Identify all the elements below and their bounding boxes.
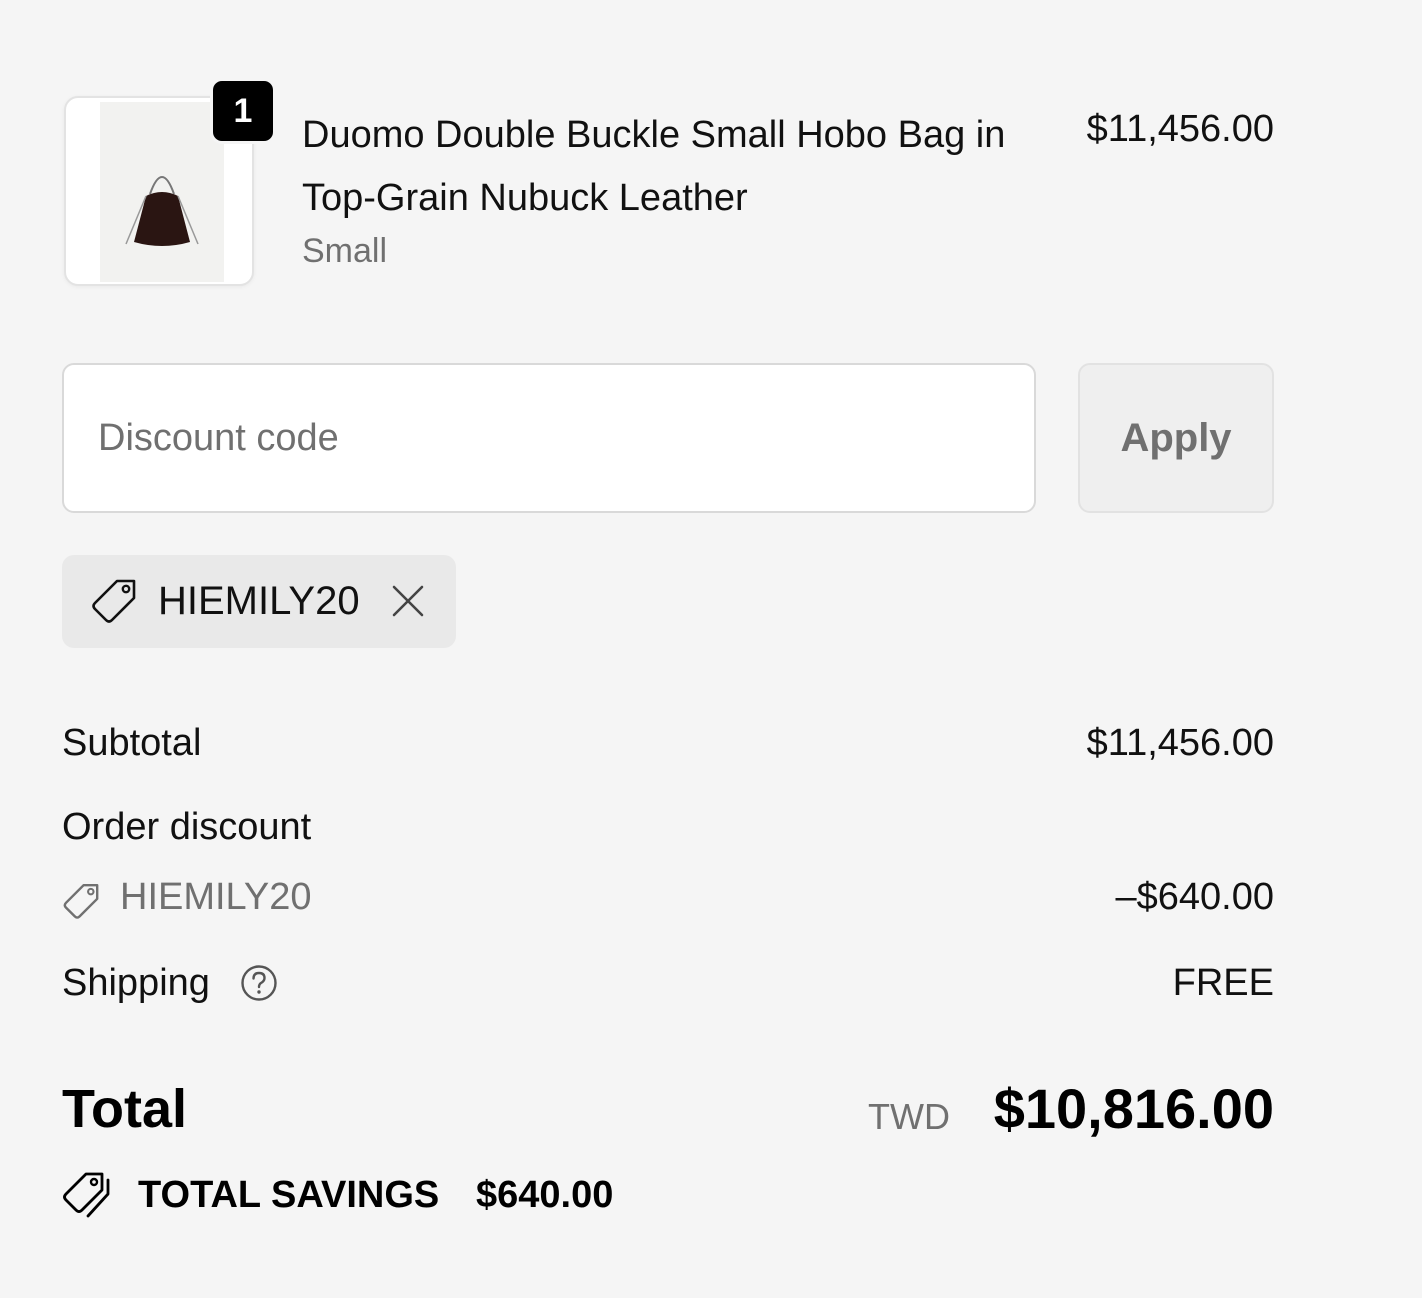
total-savings-value: $640.00: [476, 1174, 614, 1216]
apply-discount-button[interactable]: Apply: [1078, 363, 1274, 513]
order-discount-value: –$640.00: [1115, 876, 1275, 918]
product-price: $11,456.00: [1086, 108, 1274, 150]
product-title: Duomo Double Buckle Small Hobo Bag in To…: [302, 114, 1006, 219]
total-currency: TWD: [868, 1096, 950, 1137]
quantity-badge: 1: [210, 78, 276, 144]
order-discount-code: HIEMILY20: [120, 876, 312, 918]
total-label: Total: [62, 1079, 187, 1139]
discount-code-input[interactable]: [62, 363, 1036, 513]
close-icon[interactable]: [392, 585, 424, 617]
shipping-label: Shipping: [62, 962, 210, 1004]
product-variant: Small: [302, 232, 388, 270]
cart-line-item: 1 Duomo Double Buckle Small Hobo Bag in …: [64, 78, 1274, 290]
applied-discount-code: HIEMILY20: [158, 579, 360, 623]
hobo-bag-image: [125, 176, 199, 246]
subtotal-value: $11,456.00: [1086, 722, 1274, 764]
total-savings-label: TOTAL SAVINGS: [138, 1174, 440, 1216]
tag-icon: [63, 884, 99, 919]
tag-icon: [92, 579, 136, 623]
question-circle-icon[interactable]: [240, 964, 278, 1002]
order-discount-label: Order discount: [62, 806, 312, 848]
tags-icon: [63, 1172, 110, 1218]
applied-discount-chip: HIEMILY20: [62, 555, 456, 648]
subtotal-label: Subtotal: [62, 722, 202, 764]
shipping-value: FREE: [1172, 962, 1274, 1004]
total-value: $10,816.00: [993, 1077, 1274, 1140]
